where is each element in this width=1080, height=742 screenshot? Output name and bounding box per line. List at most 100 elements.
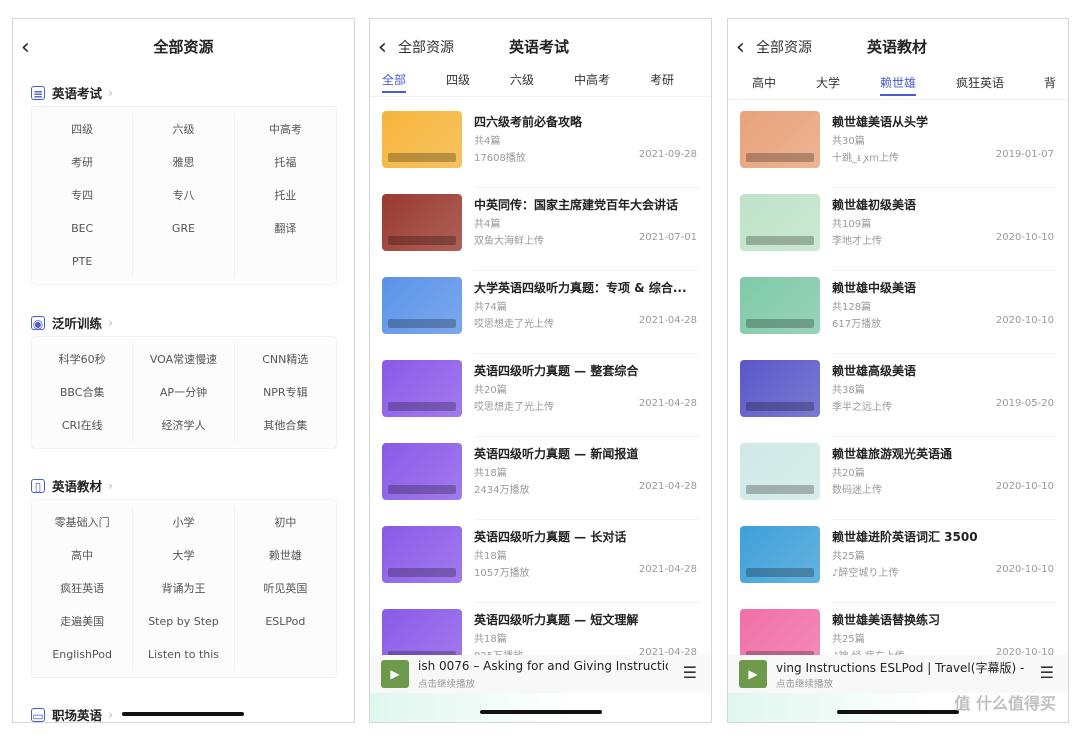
cover-caption	[746, 236, 814, 245]
list-item[interactable]: 赖世雄旅游观光英语通 共20篇 数码迷上传 2020-10-10	[740, 437, 1056, 520]
list-item[interactable]: 赖世雄美语从头学 共30篇 十跳_ᵻ ꭗm上传 2019-01-07	[740, 105, 1056, 188]
section-heading[interactable]: ≡ 英语考试 ›	[31, 83, 113, 102]
item-count: 共30篇	[832, 136, 865, 147]
item-meta: 哎思想走了光上传	[474, 402, 554, 413]
cover-image	[382, 443, 462, 500]
list-item[interactable]: 赖世雄初级美语 共109篇 李地才上传 2020-10-10	[740, 188, 1056, 271]
category-item[interactable]: 小学	[133, 506, 235, 539]
item-count: 共128篇	[832, 302, 872, 313]
tab-3[interactable]: 中高考	[574, 71, 610, 88]
category-item[interactable]: Step by Step	[133, 605, 235, 638]
category-item[interactable]: BEC	[32, 212, 134, 245]
category-item[interactable]: 听见英国	[235, 572, 336, 605]
category-item[interactable]: ESLPod	[235, 605, 336, 638]
tab-0[interactable]: 全部	[382, 71, 407, 93]
category-item[interactable]: 中高考	[235, 113, 336, 146]
list-item[interactable]: 赖世雄中级美语 共128篇 617万播放 2020-10-10	[740, 271, 1056, 354]
category-item[interactable]: NPR专辑	[235, 376, 336, 409]
item-date: 2020-10-10	[995, 315, 1054, 326]
section-heading[interactable]: ▭ 职场英语 ›	[31, 705, 114, 722]
category-item[interactable]: 科学60秒	[32, 343, 134, 376]
tab-1[interactable]: 大学	[816, 74, 840, 91]
section-heading[interactable]: ▯ 英语教材 ›	[31, 476, 113, 495]
category-item[interactable]: BBC合集	[32, 376, 134, 409]
category-item[interactable]: GRE	[133, 212, 235, 245]
tab-2[interactable]: 六级	[510, 71, 534, 88]
category-item[interactable]: 零基础入门	[32, 506, 134, 539]
item-date: 2019-05-20	[995, 398, 1054, 409]
list-item[interactable]: 英语四级听力真题 — 新闻报道 共18篇 2434万播放 2021-04-28	[382, 437, 699, 520]
category-item[interactable]: CRI在线	[32, 409, 134, 442]
item-title: 中英同传：国家主席建党百年大会讲话	[474, 198, 679, 212]
list-item[interactable]: 四六级考前必备攻略 共4篇 17608播放 2021-09-28	[382, 105, 699, 188]
category-item[interactable]: 四级	[32, 113, 134, 146]
item-date: 2021-04-28	[638, 315, 697, 326]
tab-4[interactable]: 考研	[650, 71, 674, 88]
play-icon[interactable]: ▶	[381, 660, 409, 688]
category-grid: 四级 六级 中高考考研 雅思 托福专四 专八 托业 BEC GRE 翻译 PTE	[31, 106, 337, 285]
category-item[interactable]: Listen to this	[133, 638, 235, 671]
list-item[interactable]: 中英同传：国家主席建党百年大会讲话 共4篇 双鱼大海鲜上传 2021-07-01	[382, 188, 699, 271]
playlist-icon[interactable]: ☰	[683, 663, 697, 682]
chevron-right-icon: ›	[108, 707, 114, 722]
cover-image	[382, 360, 462, 417]
category-item[interactable]: 托福	[235, 146, 336, 179]
back-label[interactable]: 全部资源	[756, 37, 812, 57]
category-item[interactable]: 雅思	[133, 146, 235, 179]
category-item[interactable]: 走遍美国	[32, 605, 134, 638]
cover-caption	[388, 402, 456, 411]
list-item[interactable]: 赖世雄高级美语 共38篇 季半之远上传 2019-05-20	[740, 354, 1056, 437]
player-subtitle: 点击继续播放	[418, 679, 476, 690]
mini-player[interactable]: ▶ ving Instructions ESLPod | Travel(字幕版)…	[728, 655, 1068, 693]
back-icon[interactable]: ‹	[378, 35, 387, 60]
book-icon: ▯	[31, 478, 45, 494]
category-item[interactable]: PTE	[32, 245, 134, 278]
category-item[interactable]: 翻译	[235, 212, 336, 245]
category-item[interactable]: 初中	[235, 506, 336, 539]
play-icon[interactable]: ▶	[739, 660, 767, 688]
tab-4[interactable]: 背	[1044, 74, 1056, 91]
category-item[interactable]: 高中	[32, 539, 134, 572]
category-item[interactable]: EnglishPod	[32, 638, 134, 671]
mini-player[interactable]: ▶ ish 0076 – Asking for and Giving Instr…	[370, 655, 711, 693]
item-meta: 双鱼大海鲜上传	[474, 236, 544, 247]
cover-image	[740, 111, 820, 168]
category-item[interactable]: 考研	[32, 146, 134, 179]
item-count: 共38篇	[832, 385, 865, 396]
category-item[interactable]: 疯狂英语	[32, 572, 134, 605]
item-title: 大学英语四级听力真题：专项 & 综合...	[474, 281, 687, 295]
list-item[interactable]: 赖世雄进阶英语词汇 3500 共25篇 ♪醉空城り上传 2020-10-10	[740, 520, 1056, 603]
category-item[interactable]: 六级	[133, 113, 235, 146]
item-meta: 617万播放	[832, 319, 882, 330]
category-item[interactable]: 专八	[133, 179, 235, 212]
category-item[interactable]: 赖世雄	[235, 539, 336, 572]
category-item[interactable]: 专四	[32, 179, 134, 212]
cover-caption	[746, 568, 814, 577]
playlist-icon[interactable]: ☰	[1040, 663, 1054, 682]
category-item[interactable]: VOA常速慢速	[133, 343, 235, 376]
list-item[interactable]: 英语四级听力真题 — 整套综合 共20篇 哎思想走了光上传 2021-04-28	[382, 354, 699, 437]
category-item[interactable]: 背诵为王	[133, 572, 235, 605]
item-count: 共74篇	[474, 302, 507, 313]
list-item[interactable]: 英语四级听力真题 — 长对话 共18篇 1057万播放 2021-04-28	[382, 520, 699, 603]
cover-caption	[388, 153, 456, 162]
back-label[interactable]: 全部资源	[398, 37, 454, 57]
tab-2[interactable]: 赖世雄	[880, 74, 917, 96]
item-title: 英语四级听力真题 — 长对话	[474, 530, 627, 544]
tab-1[interactable]: 四级	[446, 71, 470, 88]
back-icon[interactable]: ‹	[736, 35, 745, 60]
category-item[interactable]: 大学	[133, 539, 235, 572]
tab-3[interactable]: 疯狂英语	[956, 74, 1004, 91]
cover-image	[382, 526, 462, 583]
category-item[interactable]: CNN精选	[235, 343, 336, 376]
category-item[interactable]: 其他合集	[235, 409, 336, 442]
tab-0[interactable]: 高中	[752, 74, 776, 91]
item-count: 共4篇	[474, 219, 501, 230]
section-heading[interactable]: ◉ 泛听训练 ›	[31, 313, 113, 332]
category-item[interactable]: AP一分钟	[133, 376, 235, 409]
cover-caption	[746, 153, 814, 162]
category-item[interactable]: 经济学人	[133, 409, 235, 442]
watermark-logo: 值 什么值得买	[954, 694, 1056, 713]
list-item[interactable]: 大学英语四级听力真题：专项 & 综合... 共74篇 哎思想走了光上传 2021-04…	[382, 271, 699, 354]
category-item[interactable]: 托业	[235, 179, 336, 212]
